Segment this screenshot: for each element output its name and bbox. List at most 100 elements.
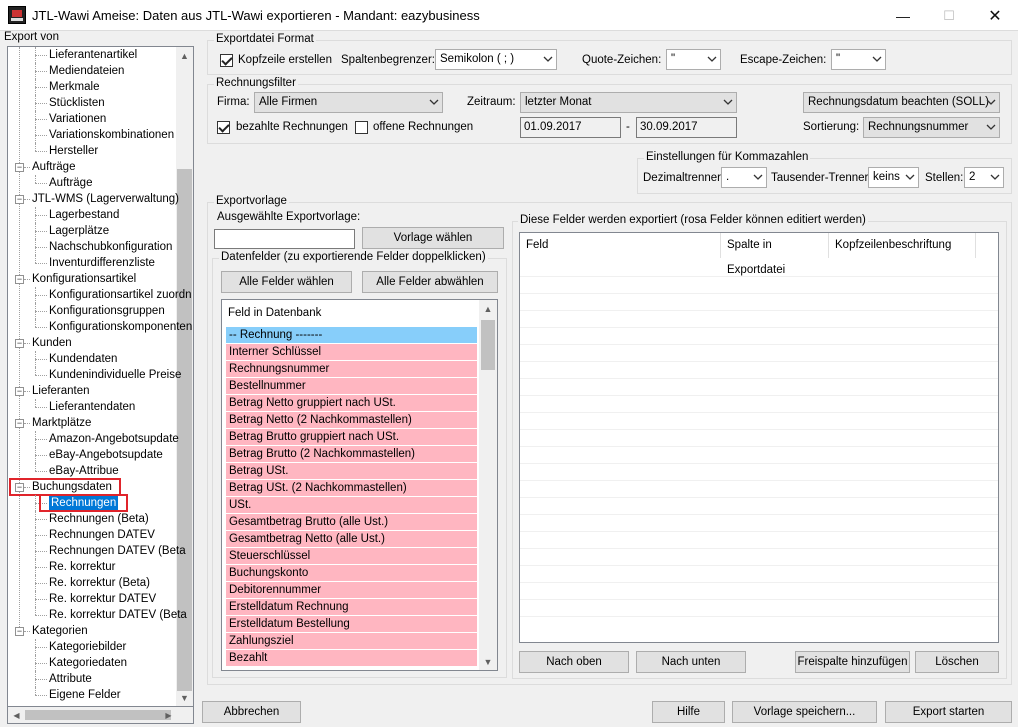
- scroll-up-icon[interactable]: ▲: [176, 47, 193, 64]
- date-from-field[interactable]: 01.09.2017: [520, 117, 621, 138]
- tree-node[interactable]: Kunden: [32, 335, 72, 351]
- column-header-field[interactable]: Feld: [520, 233, 721, 258]
- select-all-fields-button[interactable]: Alle Felder wählen: [221, 271, 352, 293]
- fields-scrollbar[interactable]: ▲ ▼: [479, 300, 497, 670]
- add-free-column-button[interactable]: Freispalte hinzufügen: [795, 651, 910, 673]
- tree-item[interactable]: eBay-Angebotsupdate: [49, 447, 163, 463]
- tree-item[interactable]: Re. korrektur (Beta): [49, 575, 150, 591]
- help-button[interactable]: Hilfe: [652, 701, 725, 723]
- tree-item[interactable]: Nachschubkonfiguration: [49, 239, 172, 255]
- sort-select[interactable]: Rechnungsnummer: [863, 117, 1000, 138]
- field-list-item[interactable]: Rechnungsnummer: [226, 361, 477, 378]
- field-list-item[interactable]: Buchungskonto: [226, 565, 477, 582]
- move-up-button[interactable]: Nach oben: [519, 651, 629, 673]
- escape-select[interactable]: ": [831, 49, 886, 70]
- choose-template-button[interactable]: Vorlage wählen: [362, 227, 504, 249]
- separator-select[interactable]: Semikolon ( ; ): [435, 49, 557, 70]
- tree-item[interactable]: Hersteller: [49, 143, 98, 159]
- field-list-item[interactable]: Steuerschlüssel: [226, 548, 477, 565]
- tree-item[interactable]: Lieferantenartikel: [49, 47, 137, 63]
- decimal-separator-select[interactable]: .: [721, 167, 767, 188]
- selected-template-field[interactable]: [214, 229, 355, 249]
- thousands-separator-select[interactable]: keins: [868, 167, 919, 188]
- fields-scroll-thumb[interactable]: [481, 320, 495, 370]
- field-list-item[interactable]: Gesamtbetrag Netto (alle Ust.): [226, 531, 477, 548]
- minimize-button[interactable]: —: [880, 0, 926, 31]
- tree-node[interactable]: JTL-WMS (Lagerverwaltung): [32, 191, 179, 207]
- deselect-all-fields-button[interactable]: Alle Felder abwählen: [362, 271, 498, 293]
- tree-item[interactable]: Lagerplätze: [49, 223, 109, 239]
- tree-item[interactable]: Kundendaten: [49, 351, 117, 367]
- column-header-header-caption[interactable]: Kopfzeilenbeschriftung: [829, 233, 976, 258]
- date-to-field[interactable]: 30.09.2017: [636, 117, 737, 138]
- tree-item[interactable]: Aufträge: [49, 175, 92, 191]
- field-list-item[interactable]: Erstelldatum Rechnung: [226, 599, 477, 616]
- collapse-toggle-icon[interactable]: −: [15, 195, 24, 204]
- tree-node[interactable]: Kategorien: [32, 623, 88, 639]
- scroll-right-icon[interactable]: ▶: [160, 707, 177, 724]
- tree-item[interactable]: Lieferantendaten: [49, 399, 135, 415]
- tree-item[interactable]: Re. korrektur: [49, 559, 115, 575]
- tree-item[interactable]: Variationen: [49, 111, 106, 127]
- tree-item[interactable]: eBay-Attribue: [49, 463, 119, 479]
- decimal-places-select[interactable]: 2: [964, 167, 1004, 188]
- tree-item[interactable]: Re. korrektur DATEV: [49, 591, 156, 607]
- database-fields-list[interactable]: Feld in Datenbank ▲ ▼ -- Rechnung ------…: [221, 299, 498, 671]
- field-list-item[interactable]: Betrag Netto gruppiert nach USt.: [226, 395, 477, 412]
- collapse-toggle-icon[interactable]: −: [15, 275, 24, 284]
- collapse-toggle-icon[interactable]: −: [15, 627, 24, 636]
- scroll-up-icon[interactable]: ▲: [479, 300, 497, 317]
- collapse-toggle-icon[interactable]: −: [15, 163, 24, 172]
- collapse-toggle-icon[interactable]: −: [15, 387, 24, 396]
- collapse-toggle-icon[interactable]: −: [15, 419, 24, 428]
- tree-item[interactable]: Kundenindividuelle Preise: [49, 367, 181, 383]
- column-header-export-column[interactable]: Spalte in Exportdatei: [721, 233, 829, 276]
- tree-item[interactable]: Attribute: [49, 671, 92, 687]
- field-list-item[interactable]: Gesamtbetrag Brutto (alle Ust.): [226, 514, 477, 531]
- tree-hscroll-thumb[interactable]: [25, 710, 171, 720]
- cancel-button[interactable]: Abbrechen: [202, 701, 301, 723]
- open-invoices-checkbox[interactable]: [355, 121, 368, 134]
- tree-horizontal-scrollbar[interactable]: ◀ ▶: [7, 707, 194, 724]
- move-down-button[interactable]: Nach unten: [636, 651, 746, 673]
- field-list-item[interactable]: Bezahlt: [226, 650, 477, 667]
- field-list-item[interactable]: Betrag Netto (2 Nachkommastellen): [226, 412, 477, 429]
- tree-item[interactable]: Inventurdifferenzliste: [49, 255, 155, 271]
- tree-item[interactable]: Eigene Felder: [49, 687, 121, 703]
- field-list-item[interactable]: Bestellnummer: [226, 378, 477, 395]
- field-list-item[interactable]: Interner Schlüssel: [226, 344, 477, 361]
- company-select[interactable]: Alle Firmen: [254, 92, 443, 113]
- tree-item[interactable]: Kategoriebilder: [49, 639, 126, 655]
- export-source-tree[interactable]: ▲ ▼ Lieferantenartikel Mediendateien Merkm…: [7, 46, 194, 707]
- tree-item[interactable]: Rechnungen DATEV (Beta: [49, 543, 186, 559]
- field-list-item[interactable]: Betrag Brutto gruppiert nach USt.: [226, 429, 477, 446]
- field-list-item[interactable]: Debitorennummer: [226, 582, 477, 599]
- tree-item[interactable]: Rechnungen (Beta): [49, 511, 149, 527]
- tree-item[interactable]: Variationskombinationen: [49, 127, 174, 143]
- tree-item[interactable]: Amazon-Angebotsupdate: [49, 431, 179, 447]
- scroll-left-icon[interactable]: ◀: [8, 707, 25, 724]
- save-template-button[interactable]: Vorlage speichern...: [732, 701, 877, 723]
- maximize-button[interactable]: ☐: [926, 0, 972, 31]
- close-button[interactable]: ✕: [972, 0, 1018, 31]
- tree-item[interactable]: Re. korrektur DATEV (Beta: [49, 607, 187, 623]
- field-list-item[interactable]: Zahlungsziel: [226, 633, 477, 650]
- header-row-checkbox[interactable]: [220, 54, 233, 67]
- tree-node[interactable]: Aufträge: [32, 159, 75, 175]
- field-list-item[interactable]: Betrag USt. (2 Nachkommastellen): [226, 480, 477, 497]
- paid-invoices-checkbox[interactable]: [217, 121, 230, 134]
- start-export-button[interactable]: Export starten: [885, 701, 1012, 723]
- scroll-down-icon[interactable]: ▼: [479, 653, 497, 670]
- scroll-down-icon[interactable]: ▼: [176, 689, 193, 706]
- field-list-item[interactable]: USt.: [226, 497, 477, 514]
- tree-item[interactable]: Kategoriedaten: [49, 655, 127, 671]
- tree-item[interactable]: Merkmale: [49, 79, 99, 95]
- quote-select[interactable]: ": [666, 49, 721, 70]
- period-select[interactable]: letzter Monat: [520, 92, 737, 113]
- field-list-item[interactable]: Betrag Brutto (2 Nachkommastellen): [226, 446, 477, 463]
- field-list-item[interactable]: -- Rechnung -------: [226, 327, 477, 344]
- exported-fields-grid[interactable]: Feld Spalte in Exportdatei Kopfzeilenbes…: [519, 232, 999, 643]
- tree-node[interactable]: Konfigurationsartikel: [32, 271, 136, 287]
- tree-item[interactable]: Lagerbestand: [49, 207, 119, 223]
- tree-item[interactable]: Rechnungen DATEV: [49, 527, 155, 543]
